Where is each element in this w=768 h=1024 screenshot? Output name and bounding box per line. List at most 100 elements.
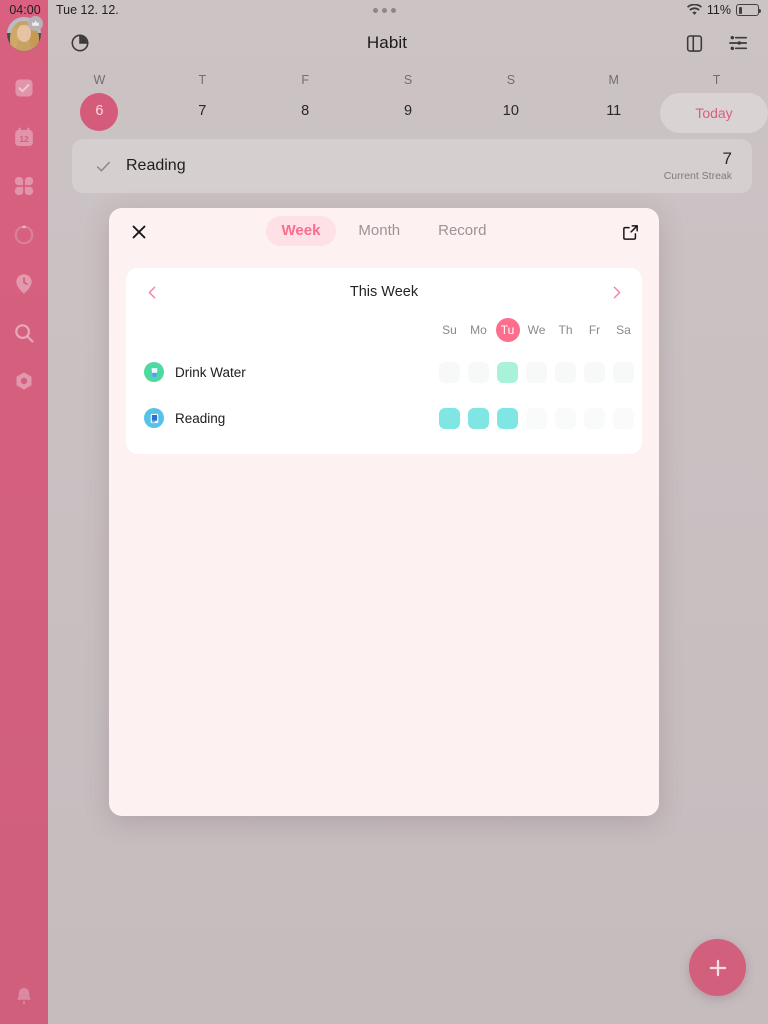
habit-cell-wrap (493, 407, 522, 429)
week-strip-day-number: 8 (301, 103, 310, 119)
tab-record[interactable]: Record (422, 216, 502, 246)
habit-cell-wrap (435, 407, 464, 429)
tab-month[interactable]: Month (342, 216, 416, 246)
check-icon[interactable] (92, 155, 114, 177)
habit-cell-empty[interactable] (468, 361, 489, 383)
week-strip-day-10[interactable]: 10 (459, 89, 562, 133)
habit-cell-empty[interactable] (613, 361, 634, 383)
week-strip-day-8[interactable]: 8 (254, 89, 357, 133)
habit-cell-wrap (580, 407, 609, 429)
habit-grid-name: Reading (175, 410, 226, 426)
app-root: 12 04:00 Tue 12. 12. 11% Habit W T F S S… (0, 0, 768, 1024)
add-habit-fab[interactable] (689, 939, 746, 996)
week-strip-day-9[interactable]: 9 (357, 89, 460, 133)
habit-grid-cells (435, 407, 638, 429)
modal-body-empty (109, 454, 659, 464)
sidebar-item-calendar[interactable]: 12 (11, 124, 37, 150)
dynamic-island-dots-icon (0, 7, 768, 13)
sidebar-item-notifications[interactable] (11, 984, 37, 1010)
habit-cell-done[interactable] (497, 407, 518, 429)
habit-cell-empty[interactable] (584, 361, 605, 383)
water-glass-icon (144, 362, 164, 382)
day-header-we: We (527, 323, 546, 337)
sidebar-item-habits[interactable] (11, 173, 37, 199)
day-header-fr: Fr (588, 323, 601, 337)
week-strip-dow: S (459, 66, 562, 89)
sidebar-item-pomodoro[interactable] (11, 271, 37, 297)
battery-percent: 11% (706, 3, 731, 17)
habit-cell-empty[interactable] (526, 407, 547, 429)
habit-cell-wrap (551, 407, 580, 429)
habit-row-reading[interactable]: Reading 7 Current Streak (72, 139, 752, 193)
week-strip-day-number: 10 (502, 103, 519, 119)
today-button[interactable]: Today (660, 93, 768, 133)
week-strip-day-7[interactable]: 7 (151, 89, 254, 133)
sidebar-nav: 12 (11, 75, 37, 984)
status-right: 11% (686, 3, 768, 17)
habit-cell-empty[interactable] (555, 361, 576, 383)
week-strip-dow-label: M (608, 73, 619, 87)
day-header-th: Th (558, 323, 573, 337)
week-strip-dow: T (665, 66, 768, 89)
habit-cell-done[interactable] (439, 407, 460, 429)
habit-cell-done[interactable] (497, 361, 518, 383)
panel-toggle-icon[interactable] (672, 21, 716, 65)
sidebar-item-settings[interactable] (11, 369, 37, 395)
week-strip-dow: M (562, 66, 665, 89)
habit-cell-empty[interactable] (555, 407, 576, 429)
week-panel-title: This Week (349, 284, 419, 300)
close-icon[interactable] (126, 219, 152, 245)
week-strip-day-number: 11 (606, 103, 622, 119)
svg-text:12: 12 (19, 134, 29, 144)
filter-sliders-icon[interactable] (716, 21, 760, 65)
habit-cell-wrap (493, 361, 522, 383)
habit-grid-row: Drink Water (126, 354, 642, 390)
external-link-icon[interactable] (617, 219, 643, 245)
streak-value: 7 (722, 149, 732, 168)
week-strip-day-11[interactable]: 11 (562, 89, 665, 133)
week-strip-dow-label: F (301, 73, 309, 87)
habit-cell-wrap (580, 361, 609, 383)
week-strip-day-number: 9 (403, 103, 413, 119)
habit-cell-done[interactable] (468, 407, 489, 429)
habit-cell-empty[interactable] (439, 361, 460, 383)
habit-cell-empty[interactable] (584, 407, 605, 429)
avatar[interactable] (7, 16, 43, 51)
page-title: Habit (366, 33, 408, 52)
modal-tabs: Week Month Record (265, 216, 503, 246)
tab-week[interactable]: Week (265, 216, 337, 246)
habit-cell-wrap (551, 361, 580, 383)
pie-clock-icon[interactable] (58, 21, 102, 65)
book-icon (144, 408, 164, 428)
habit-grid-cells (435, 361, 638, 383)
habit-cell-wrap (609, 361, 638, 383)
sidebar: 12 (0, 0, 48, 1024)
week-strip-dow-label: W (93, 73, 106, 87)
week-strip-dow-row: WTFSSMT (48, 66, 768, 89)
day-header-row: Su Mo Tu We Th Fr Sa (126, 316, 642, 344)
habit-name: Reading (126, 157, 186, 174)
habit-stats-modal: Week Month Record This Week Su Mo Tu We Th (109, 208, 659, 816)
sidebar-item-focus[interactable] (11, 222, 37, 248)
week-strip-day-number: 6 (48, 89, 151, 133)
habit-cell-empty[interactable] (613, 407, 634, 429)
habit-grid-row: Reading (126, 400, 642, 436)
day-header-su: Su (442, 323, 457, 337)
week-strip-dow-label: S (403, 73, 413, 87)
habit-grid-name: Drink Water (175, 364, 246, 380)
habit-cell-wrap (435, 361, 464, 383)
week-strip-dow: F (254, 66, 357, 89)
habit-cell-wrap (522, 361, 551, 383)
week-strip-day-6[interactable]: 6 (48, 89, 151, 133)
streak-label: Current Streak (663, 170, 732, 182)
week-strip-dow-label: S (506, 73, 516, 87)
habit-cell-wrap (464, 407, 493, 429)
modal-header: Week Month Record (109, 208, 659, 254)
habit-cell-empty[interactable] (526, 361, 547, 383)
streak-badge: 7 Current Streak (664, 149, 732, 183)
habit-grid: Drink Water Reading (126, 354, 642, 436)
sidebar-item-search[interactable] (11, 320, 37, 346)
habit-cell-wrap (609, 407, 638, 429)
sidebar-item-tasks[interactable] (11, 75, 37, 101)
week-strip-dow: S (357, 66, 460, 89)
